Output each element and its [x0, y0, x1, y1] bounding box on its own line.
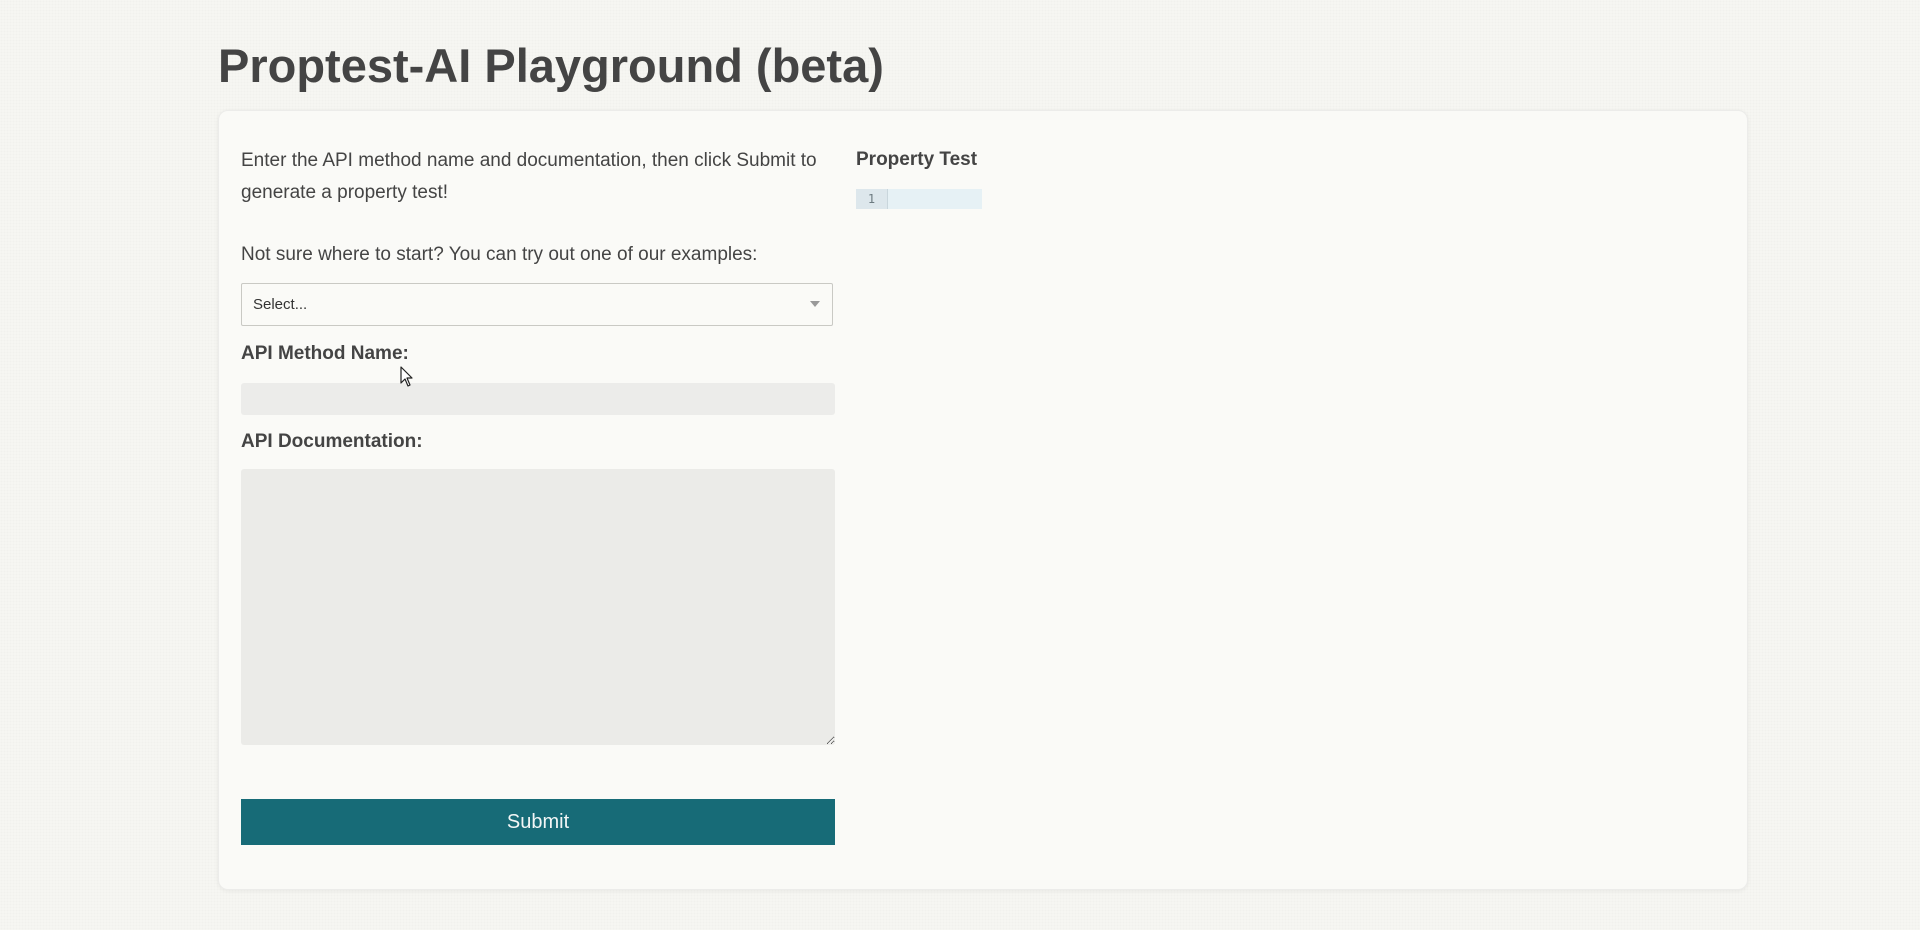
select-placeholder: Select... [253, 296, 308, 313]
line-number: 1 [856, 189, 888, 209]
submit-button[interactable]: Submit [241, 799, 835, 845]
property-test-label: Property Test [856, 149, 978, 170]
code-line[interactable] [888, 189, 982, 209]
examples-prompt: Not sure where to start? You can try out… [241, 244, 758, 265]
page-title: Proptest-AI Playground (beta) [218, 39, 884, 92]
api-documentation-textarea[interactable] [241, 469, 835, 745]
property-test-code-editor[interactable]: 1 [856, 189, 982, 209]
main-panel: Enter the API method name and documentat… [218, 110, 1748, 890]
chevron-down-icon [810, 301, 820, 307]
api-method-name-label: API Method Name: [241, 343, 409, 364]
api-method-name-input[interactable] [241, 383, 835, 415]
intro-text: Enter the API method name and documentat… [241, 150, 817, 203]
example-select-dropdown[interactable]: Select... [241, 283, 833, 326]
api-documentation-label: API Documentation: [241, 431, 423, 452]
